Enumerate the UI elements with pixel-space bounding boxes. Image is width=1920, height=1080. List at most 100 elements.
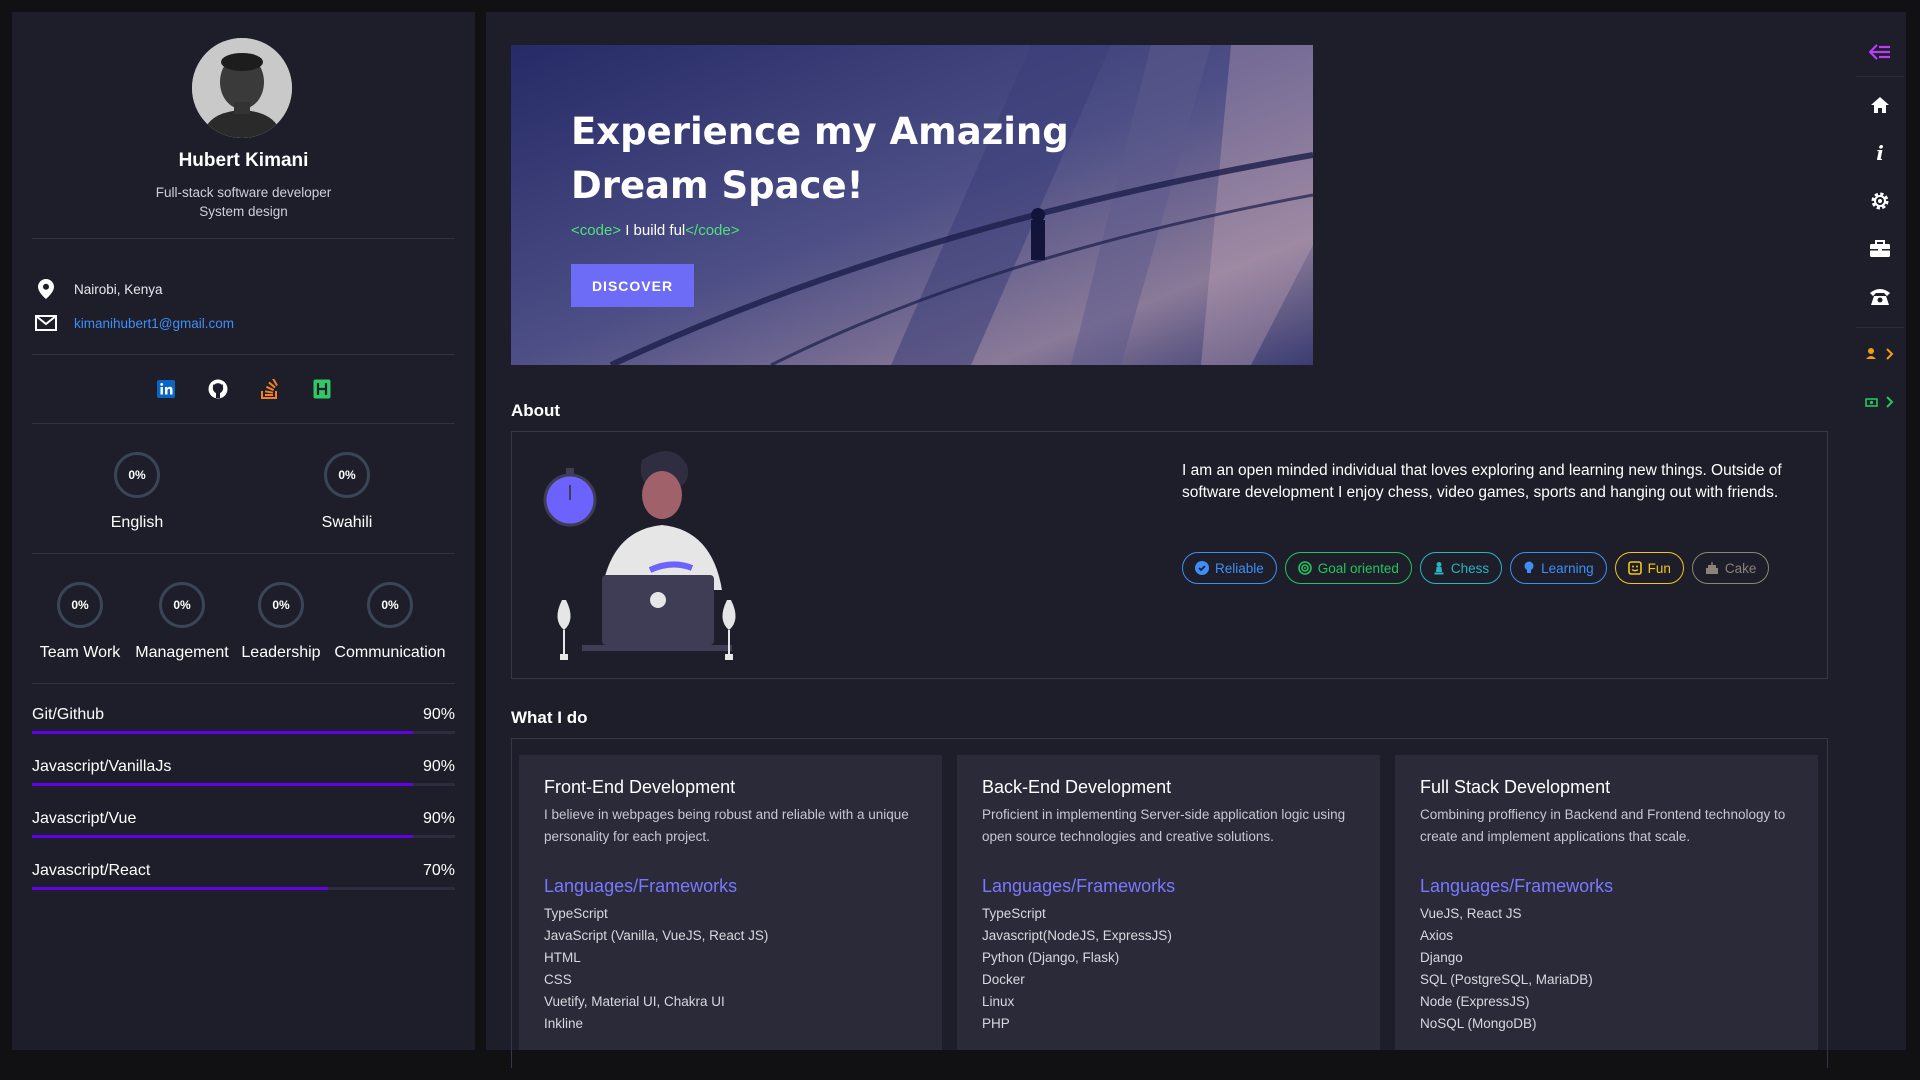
card-description: I believe in webpages being robust and r… bbox=[544, 807, 909, 844]
hero-title-line-1: Experience my Amazing bbox=[571, 110, 1069, 153]
collapse-arrow-icon[interactable] bbox=[1852, 28, 1908, 76]
skill-fill bbox=[32, 887, 329, 890]
card-description: Combining proffiency in Backend and Fron… bbox=[1420, 807, 1786, 844]
skill-value: 90% bbox=[422, 706, 455, 723]
skill-track bbox=[32, 887, 455, 890]
list-item: Vuetify, Material UI, Chakra UI bbox=[544, 994, 725, 1009]
list-item: CSS bbox=[544, 972, 572, 987]
list-item: JavaScript (Vanilla, VueJS, React JS) bbox=[544, 928, 769, 943]
profile-name: Hubert Kimani bbox=[178, 150, 309, 171]
list-item: Django bbox=[1420, 950, 1463, 965]
leadership-progress-ring: 0% bbox=[258, 582, 304, 628]
card-title: Front-End Development bbox=[544, 777, 736, 797]
stackoverflow-icon[interactable] bbox=[260, 379, 280, 399]
divider bbox=[1856, 76, 1904, 77]
info-icon[interactable]: i bbox=[1852, 129, 1908, 177]
management-progress-ring: 0% bbox=[159, 582, 205, 628]
card-tech-list: TypeScript JavaScript (Vanilla, VueJS, R… bbox=[544, 903, 917, 1035]
skill-fill bbox=[32, 731, 413, 734]
email-row[interactable]: kimanihubert1@gmail.com bbox=[34, 312, 234, 334]
hero-typing-text: <code> I build ful</code> bbox=[571, 222, 739, 239]
skill-git: Git/Github 90% bbox=[32, 706, 455, 734]
divider bbox=[1856, 327, 1904, 328]
github-icon[interactable] bbox=[208, 379, 228, 399]
card-subtitle: Languages/Frameworks bbox=[544, 876, 738, 896]
about-heading: About bbox=[511, 401, 561, 420]
discover-button[interactable]: DISCOVER bbox=[571, 264, 694, 307]
list-item: Axios bbox=[1420, 928, 1454, 943]
skill-value: 90% bbox=[422, 758, 455, 775]
service-card-frontend: Front-End Development I believe in webpa… bbox=[519, 755, 942, 1050]
lightbulb-icon bbox=[1524, 561, 1534, 573]
list-item: SQL (PostgreSQL, MariaDB) bbox=[1420, 972, 1593, 987]
about-text: I am an open minded individual that love… bbox=[1182, 462, 1782, 501]
list-item: Docker bbox=[982, 972, 1025, 987]
chip-label: Cake bbox=[1724, 560, 1757, 576]
phone-icon[interactable] bbox=[1852, 273, 1908, 321]
list-item: HTML bbox=[544, 950, 581, 965]
home-icon[interactable] bbox=[1852, 81, 1908, 129]
english-label: English bbox=[110, 514, 164, 531]
service-card-fullstack: Full Stack Development Combining proffie… bbox=[1395, 755, 1818, 1050]
chip-learning[interactable]: Learning bbox=[1510, 552, 1607, 584]
email-link[interactable]: kimanihubert1@gmail.com bbox=[74, 316, 234, 331]
skill-vanillajs: Javascript/VanillaJs 90% bbox=[32, 758, 455, 786]
role-line-1: Full-stack software developer bbox=[155, 185, 332, 200]
nav-rail: i bbox=[1852, 12, 1908, 1050]
list-item: Node (ExpressJS) bbox=[1420, 994, 1530, 1009]
chip-reliable[interactable]: Reliable bbox=[1182, 552, 1277, 584]
money-chevron-icon[interactable] bbox=[1852, 378, 1908, 426]
list-item: TypeScript bbox=[982, 906, 1046, 921]
swahili-progress-ring: 0% bbox=[324, 452, 370, 498]
chip-fun[interactable]: Fun bbox=[1614, 552, 1684, 584]
divider bbox=[32, 238, 455, 239]
hackerrank-icon[interactable] bbox=[312, 379, 332, 399]
chip-cake[interactable]: Cake bbox=[1691, 552, 1770, 584]
skill-label: Git/Github bbox=[32, 706, 105, 723]
skill-value: 70% bbox=[422, 862, 455, 879]
trait-chips: Reliable Goal oriented Chess Learning Fu… bbox=[1182, 552, 1770, 584]
skill-fill bbox=[32, 835, 413, 838]
avatar bbox=[192, 38, 292, 138]
divider bbox=[32, 553, 455, 554]
card-subtitle: Languages/Frameworks bbox=[1420, 876, 1614, 896]
profile-role: Full-stack software developer System des… bbox=[12, 183, 475, 221]
card-subtitle: Languages/Frameworks bbox=[982, 876, 1176, 896]
mail-icon bbox=[34, 312, 58, 334]
list-item: Inkline bbox=[544, 1016, 584, 1031]
card-title: Full Stack Development bbox=[1420, 777, 1611, 797]
chess-pawn-icon bbox=[1434, 562, 1444, 575]
list-item: Python (Django, Flask) bbox=[982, 950, 1120, 965]
skill-label: Javascript/VanillaJs bbox=[32, 758, 172, 775]
divider bbox=[32, 683, 455, 684]
location-row: Nairobi, Kenya bbox=[34, 278, 163, 300]
briefcase-icon[interactable] bbox=[1852, 225, 1908, 273]
skill-value: 90% bbox=[422, 810, 455, 827]
skill-track bbox=[32, 783, 455, 786]
role-line-2: System design bbox=[199, 204, 288, 219]
target-icon bbox=[1297, 561, 1312, 575]
chip-label: Fun bbox=[1647, 560, 1671, 576]
card-description: Proficient in implementing Server-side a… bbox=[982, 807, 1346, 844]
list-item: TypeScript bbox=[544, 906, 608, 921]
smile-icon bbox=[1627, 561, 1642, 575]
skill-label: Javascript/React bbox=[32, 862, 151, 879]
swahili-label: Swahili bbox=[321, 514, 373, 531]
hero-title: Experience my Amazing Dream Space! bbox=[571, 105, 1091, 213]
chip-label: Chess bbox=[1450, 560, 1490, 576]
card-tech-list: VueJS, React JS Axios Django SQL (Postgr… bbox=[1420, 903, 1793, 1035]
skill-vue: Javascript/Vue 90% bbox=[32, 810, 455, 838]
chip-goal-oriented[interactable]: Goal oriented bbox=[1284, 552, 1412, 584]
gear-icon[interactable] bbox=[1852, 177, 1908, 225]
profile-sidebar: Hubert Kimani Full-stack software develo… bbox=[12, 12, 475, 1050]
linkedin-icon[interactable] bbox=[156, 379, 176, 399]
list-item: Linux bbox=[982, 994, 1015, 1009]
chip-chess[interactable]: Chess bbox=[1419, 552, 1503, 584]
map-pin-icon bbox=[34, 278, 58, 300]
location-text: Nairobi, Kenya bbox=[74, 281, 163, 297]
main-content: Experience my Amazing Dream Space! <code… bbox=[486, 12, 1906, 1068]
user-chevron-icon[interactable] bbox=[1852, 330, 1908, 378]
chip-label: Goal oriented bbox=[1317, 560, 1399, 576]
developer-illustration bbox=[543, 451, 736, 660]
chip-label: Learning bbox=[1541, 560, 1594, 576]
